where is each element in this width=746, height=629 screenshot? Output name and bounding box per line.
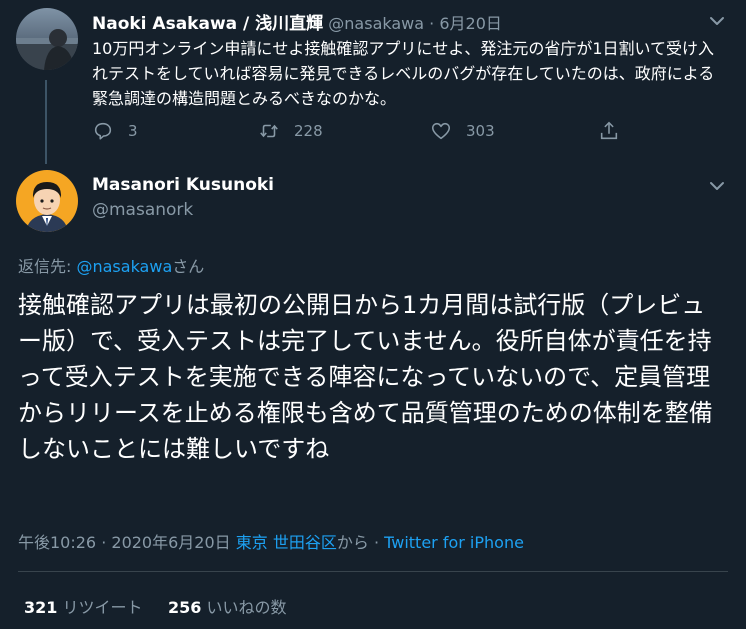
tweet1-author-name[interactable]: Naoki Asakawa / 浅川直輝	[92, 14, 323, 34]
reply-to-prefix: 返信先:	[18, 257, 77, 276]
tweet1-date[interactable]: 6月20日	[439, 14, 502, 33]
tweet2-stats: 321 リツイート 256 いいねの数	[24, 594, 286, 618]
retweets-stat-count: 321	[24, 598, 58, 617]
tweet1-text: 10万円オンライン申請にせよ接触確認アプリにせよ、発注元の省庁が1日割いて受け入…	[92, 39, 715, 108]
like-count: 303	[466, 122, 495, 140]
avatar-nasakawa[interactable]	[16, 8, 78, 70]
likes-stat-label: いいねの数	[206, 598, 287, 617]
tweet2-post-date[interactable]: 2020年6月20日	[111, 533, 230, 552]
reply-to-line: 返信先: @nasakawaさん	[18, 253, 204, 277]
reply-icon	[94, 122, 112, 140]
tweet2-time[interactable]: 午後10:26	[18, 533, 96, 552]
likes-stat[interactable]: 256 いいねの数	[168, 598, 287, 617]
tweet2-meta: 午後10:26 · 2020年6月20日 東京 世田谷区から · Twitter…	[18, 529, 524, 553]
share-button[interactable]	[598, 120, 620, 142]
tweet2-location[interactable]: 東京 世田谷区	[236, 533, 337, 552]
meta-separator-2: ·	[368, 533, 385, 552]
tweet2-text: 接触確認アプリは最初の公開日から1カ月間は試行版（プレビュー版）で、受入テストは…	[18, 291, 713, 463]
reply-to-suffix: さん	[172, 257, 205, 276]
tweet1-handle[interactable]: @nasakawa	[328, 14, 424, 33]
tweet2-handle[interactable]: @masanork	[92, 200, 193, 220]
retweet-button[interactable]: 228	[258, 120, 323, 142]
location-suffix: から	[336, 533, 369, 552]
tweet2-more-chevron-icon[interactable]	[708, 177, 726, 195]
retweet-count: 228	[294, 122, 323, 140]
tweet1-separator: ·	[429, 14, 435, 33]
avatar-illustration-icon	[26, 182, 68, 232]
reply-count: 3	[128, 122, 138, 140]
likes-stat-count: 256	[167, 598, 202, 617]
retweets-stat[interactable]: 321 リツイート	[24, 598, 143, 617]
avatar-photo-icon	[16, 29, 78, 70]
share-icon	[600, 121, 618, 140]
retweet-icon	[260, 124, 278, 138]
thread-connector	[45, 80, 47, 164]
like-button[interactable]: 303	[430, 120, 495, 142]
heart-icon	[431, 122, 451, 140]
avatar-masanork[interactable]	[16, 170, 78, 232]
reply-button[interactable]: 3	[92, 120, 138, 142]
divider	[18, 571, 728, 572]
retweets-stat-label: リツイート	[62, 598, 143, 617]
tweet2-author-name[interactable]: Masanori Kusunoki	[92, 175, 274, 195]
tweet2-source[interactable]: Twitter for iPhone	[384, 533, 524, 552]
tweet1-header: Naoki Asakawa / 浅川直輝 @nasakawa · 6月20日	[92, 9, 502, 34]
meta-separator: ·	[96, 533, 112, 552]
tweet1-more-chevron-icon[interactable]	[708, 12, 726, 30]
reply-to-mention[interactable]: @nasakawa	[76, 257, 172, 276]
